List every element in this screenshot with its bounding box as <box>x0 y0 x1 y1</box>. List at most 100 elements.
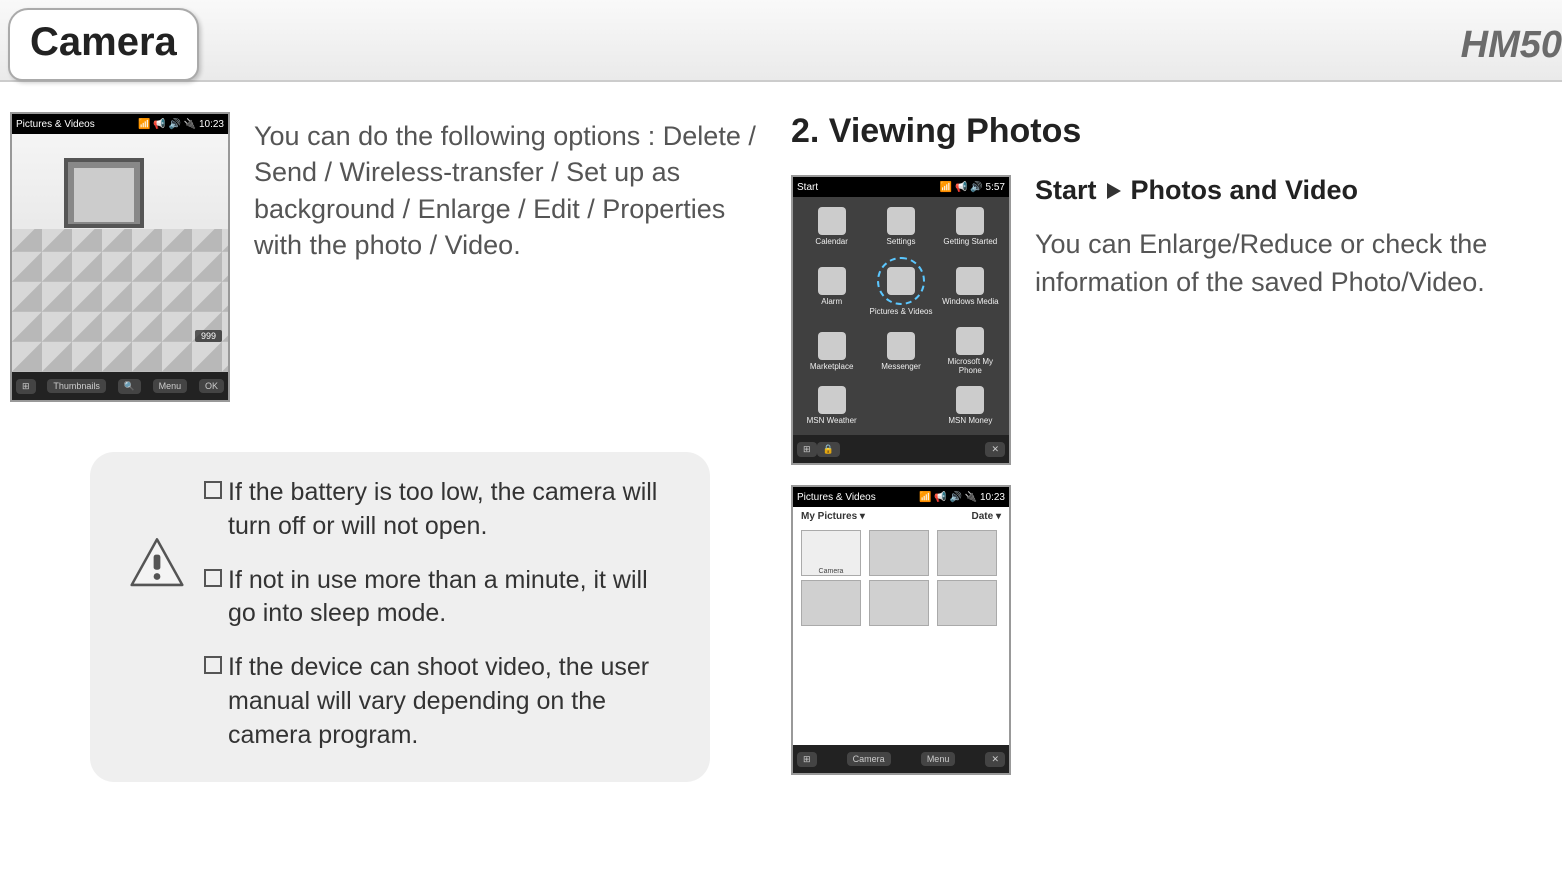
thumbnail-grid: Camera <box>793 526 1009 630</box>
right-text-block: Start Photos and Video You can Enlarge/R… <box>1035 175 1552 775</box>
zoom-icon[interactable]: 🔍 <box>118 379 141 394</box>
app-label: Alarm <box>821 297 842 306</box>
gear-icon <box>887 207 915 235</box>
gallery-header: My Pictures Date <box>793 507 1009 526</box>
app-label: Messenger <box>881 362 921 371</box>
right-top-row: Start 📶 📢 🔊 5:57 Calendar Settings Getti… <box>791 175 1552 775</box>
highlight-circle-icon <box>877 257 925 305</box>
photo-thumbnail[interactable] <box>869 580 929 626</box>
start-icon[interactable]: ⊞ <box>797 752 817 767</box>
notes-list: If the battery is too low, the camera wi… <box>204 476 680 752</box>
thumbnails-button[interactable]: Thumbnails <box>47 379 106 393</box>
start-titlebar: Start 📶 📢 🔊 5:57 <box>793 177 1009 197</box>
start-app[interactable]: MSN Money <box>938 383 1003 429</box>
start-app-highlighted[interactable]: Pictures & Videos <box>868 253 933 319</box>
app-label: Marketplace <box>810 362 854 371</box>
start-bottombar: ⊞ 🔒 ✕ <box>793 435 1009 463</box>
menu-button[interactable]: Menu <box>153 379 188 393</box>
breadcrumb: Start Photos and Video <box>1035 175 1552 206</box>
money-icon <box>956 386 984 414</box>
note-item: If the battery is too low, the camera wi… <box>204 476 680 544</box>
app-label: Pictures & Videos <box>869 307 932 316</box>
photo-thumbnail[interactable] <box>801 580 861 626</box>
preview-status: 📶 📢 🔊 🔌 10:23 <box>138 119 224 130</box>
chevron-right-icon <box>1107 183 1121 199</box>
app-label: MSN Money <box>948 416 992 425</box>
menu-button[interactable]: Menu <box>921 752 956 766</box>
preview-title: Pictures & Videos <box>16 119 95 130</box>
messenger-icon <box>887 332 915 360</box>
start-app[interactable]: Marketplace <box>799 324 864 379</box>
calendar-icon <box>818 207 846 235</box>
marketplace-icon <box>818 332 846 360</box>
pictures-icon <box>887 267 915 295</box>
folder-dropdown[interactable]: My Pictures <box>801 511 865 522</box>
start-app[interactable]: Settings <box>868 203 933 249</box>
ok-button[interactable]: OK <box>199 379 224 393</box>
viewing-description: You can Enlarge/Reduce or check the info… <box>1035 226 1552 302</box>
gallery-status: 📶 📢 🔊 🔌 10:23 <box>919 492 1005 503</box>
app-label: Calendar <box>815 237 847 246</box>
start-icon[interactable]: ⊞ <box>797 442 817 457</box>
section-tab: Camera <box>8 8 199 81</box>
start-menu-screenshot: Start 📶 📢 🔊 5:57 Calendar Settings Getti… <box>791 175 1011 465</box>
start-app[interactable]: Calendar <box>799 203 864 249</box>
media-icon <box>956 267 984 295</box>
camera-thumbnail[interactable]: Camera <box>801 530 861 576</box>
camera-button[interactable]: Camera <box>847 752 891 766</box>
checkbox-icon <box>204 656 222 674</box>
photo-preview-screenshot: Pictures & Videos 📶 📢 🔊 🔌 10:23 999 ⊞ Th… <box>10 112 230 402</box>
gallery-bottombar: ⊞ Camera Menu ✕ <box>793 745 1009 773</box>
preview-titlebar: Pictures & Videos 📶 📢 🔊 🔌 10:23 <box>12 114 228 134</box>
breadcrumb-part: Start <box>1035 175 1097 206</box>
sort-dropdown[interactable]: Date <box>972 511 1002 522</box>
close-icon[interactable]: ✕ <box>985 442 1005 457</box>
note-text: If the battery is too low, the camera wi… <box>228 476 680 544</box>
app-label: Settings <box>887 237 916 246</box>
left-top-row: Pictures & Videos 📶 📢 🔊 🔌 10:23 999 ⊞ Th… <box>10 112 771 402</box>
caution-box: If the battery is too low, the camera wi… <box>90 452 710 782</box>
breadcrumb-part: Photos and Video <box>1131 175 1359 206</box>
steps-graphic <box>12 229 228 372</box>
start-icon[interactable]: ⊞ <box>16 379 36 394</box>
app-label: Windows Media <box>942 297 998 306</box>
photo-image: 999 <box>12 134 228 372</box>
clock-icon <box>818 267 846 295</box>
photo-badge: 999 <box>195 330 222 342</box>
start-grid: Calendar Settings Getting Started Alarm … <box>793 197 1009 435</box>
photo-thumbnail[interactable] <box>937 580 997 626</box>
gallery-title: Pictures & Videos <box>797 492 876 503</box>
photo-thumbnail[interactable] <box>937 530 997 576</box>
checkbox-icon <box>204 569 222 587</box>
app-label: Microsoft My Phone <box>938 357 1003 375</box>
options-description: You can do the following options : Delet… <box>254 112 771 402</box>
weather-icon <box>818 386 846 414</box>
note-text: If not in use more than a minute, it wil… <box>228 564 680 632</box>
left-column: Pictures & Videos 📶 📢 🔊 🔌 10:23 999 ⊞ Th… <box>10 112 771 792</box>
photo-thumbnail[interactable] <box>869 530 929 576</box>
start-app[interactable]: MSN Weather <box>799 383 864 429</box>
model-label: HM50 <box>1461 24 1562 67</box>
start-app[interactable]: Getting Started <box>938 203 1003 249</box>
start-app[interactable]: Messenger <box>868 324 933 379</box>
note-item: If not in use more than a minute, it wil… <box>204 564 680 632</box>
warning-icon <box>130 536 184 590</box>
preview-body: 999 <box>12 134 228 372</box>
note-item: If the device can shoot video, the user … <box>204 651 680 752</box>
start-status: 📶 📢 🔊 5:57 <box>940 182 1005 193</box>
start-app <box>868 383 933 429</box>
page-content: Pictures & Videos 📶 📢 🔊 🔌 10:23 999 ⊞ Th… <box>0 82 1562 802</box>
app-label: MSN Weather <box>807 416 857 425</box>
flag-icon <box>956 207 984 235</box>
right-column: 2. Viewing Photos Start 📶 📢 🔊 5:57 Calen… <box>791 112 1552 792</box>
checkbox-icon <box>204 481 222 499</box>
lock-icon[interactable]: 🔒 <box>817 442 840 457</box>
start-app[interactable]: Microsoft My Phone <box>938 324 1003 379</box>
preview-bottombar: ⊞ Thumbnails 🔍 Menu OK <box>12 372 228 400</box>
note-text: If the device can shoot video, the user … <box>228 651 680 752</box>
start-app[interactable]: Alarm <box>799 253 864 319</box>
close-icon[interactable]: ✕ <box>985 752 1005 767</box>
start-title: Start <box>797 182 818 193</box>
start-app[interactable]: Windows Media <box>938 253 1003 319</box>
gallery-titlebar: Pictures & Videos 📶 📢 🔊 🔌 10:23 <box>793 487 1009 507</box>
